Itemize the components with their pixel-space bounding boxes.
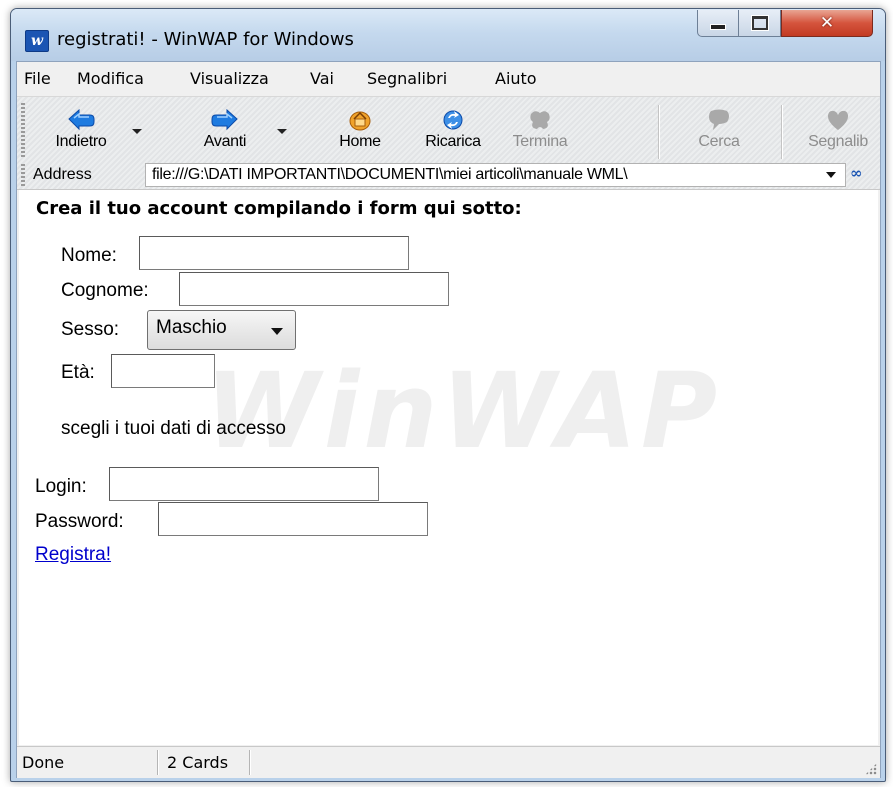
- menu-bar: File Modifica Visualizza Vai Segnalibri …: [17, 62, 880, 97]
- minimize-icon: [710, 24, 726, 30]
- stop-label: Termina: [512, 133, 568, 150]
- menu-segnalibri[interactable]: Segnalibri: [367, 62, 447, 96]
- address-dropdown-arrow-icon[interactable]: [826, 172, 836, 178]
- address-grip[interactable]: [21, 164, 25, 186]
- nome-label: Nome:: [61, 245, 117, 266]
- password-label: Password:: [35, 511, 124, 532]
- search-icon: [709, 109, 729, 130]
- register-link[interactable]: Registra!: [35, 544, 111, 566]
- toolbar-separator: [658, 105, 659, 159]
- maximize-button[interactable]: [739, 10, 781, 37]
- reload-icon: [443, 110, 463, 130]
- status-cards: 2 Cards: [167, 753, 229, 772]
- menu-modifica[interactable]: Modifica: [77, 62, 144, 96]
- status-divider: [157, 750, 158, 775]
- stop-button[interactable]: Termina: [500, 105, 580, 157]
- page-content: WinWAP Crea il tuo account compilando i …: [19, 190, 878, 745]
- toolbar-grip[interactable]: [21, 103, 25, 157]
- chevron-down-icon: [271, 328, 283, 335]
- back-dropdown-arrow-icon[interactable]: [132, 129, 142, 134]
- app-window: w registrati! - WinWAP for Windows ✕ Fil…: [10, 8, 886, 782]
- sesso-label: Sesso:: [61, 319, 120, 340]
- search-label: Cerca: [698, 133, 740, 150]
- forward-label: Avanti: [203, 133, 247, 150]
- bookmarks-icon: [827, 110, 849, 130]
- minimize-button[interactable]: [697, 10, 739, 37]
- window-title: registrati! - WinWAP for Windows: [57, 29, 354, 50]
- close-icon: ✕: [819, 13, 835, 33]
- address-input[interactable]: file:///G:\DATI IMPORTANTI\DOCUMENTI\mie…: [145, 163, 846, 187]
- client-area: File Modifica Visualizza Vai Segnalibri …: [16, 61, 881, 778]
- nome-input[interactable]: [139, 236, 409, 270]
- reload-label: Ricarica: [425, 133, 481, 150]
- address-label: Address: [33, 166, 92, 183]
- login-label: Login:: [35, 476, 87, 497]
- home-icon: [349, 111, 371, 131]
- sesso-select[interactable]: Maschio: [147, 310, 296, 350]
- menu-file[interactable]: File: [24, 62, 51, 96]
- menu-vai[interactable]: Vai: [310, 62, 334, 96]
- login-input[interactable]: [109, 467, 379, 501]
- menu-aiuto[interactable]: Aiuto: [495, 62, 537, 96]
- eta-label: Età:: [61, 362, 95, 383]
- page-heading: Crea il tuo account compilando i form qu…: [36, 198, 522, 219]
- reload-button[interactable]: Ricarica: [413, 105, 493, 157]
- access-instructions: scegli i tuoi dati di accesso: [61, 418, 286, 439]
- cognome-label: Cognome:: [61, 280, 149, 301]
- title-bar[interactable]: w registrati! - WinWAP for Windows ✕: [11, 9, 885, 61]
- winwap-app-icon[interactable]: w: [25, 30, 49, 52]
- stop-icon: [530, 111, 550, 129]
- bookmarks-label: Segnalib: [808, 133, 868, 150]
- winwap-logo-icon: ∞: [850, 164, 863, 182]
- status-divider: [249, 750, 250, 775]
- maximize-icon: [750, 15, 769, 31]
- toolbar: Indietro Avanti Home Ricarica Termina Ce…: [17, 97, 880, 190]
- search-button[interactable]: Cerca: [679, 105, 759, 157]
- back-label: Indietro: [55, 133, 107, 150]
- sesso-selected-value: Maschio: [156, 317, 227, 338]
- bookmarks-button[interactable]: Segnalib: [798, 105, 878, 157]
- home-label: Home: [339, 133, 381, 150]
- password-input[interactable]: [158, 502, 428, 536]
- address-bar: Address file:///G:\DATI IMPORTANTI\DOCUM…: [17, 162, 880, 189]
- eta-input[interactable]: [111, 354, 215, 388]
- menu-visualizza[interactable]: Visualizza: [190, 62, 269, 96]
- home-button[interactable]: Home: [320, 105, 400, 157]
- status-bar: Done 2 Cards: [17, 746, 880, 778]
- winwap-watermark: WinWAP: [205, 350, 722, 472]
- resize-grip-icon[interactable]: [865, 763, 877, 775]
- toolbar-separator: [781, 105, 782, 159]
- status-text: Done: [22, 753, 65, 772]
- forward-arrow-icon: [211, 108, 238, 131]
- forward-button[interactable]: Avanti: [185, 105, 265, 157]
- cognome-input[interactable]: [179, 272, 449, 306]
- back-button[interactable]: Indietro: [41, 105, 121, 157]
- back-arrow-icon: [68, 108, 95, 131]
- forward-dropdown-arrow-icon[interactable]: [277, 129, 287, 134]
- close-button[interactable]: ✕: [781, 10, 873, 37]
